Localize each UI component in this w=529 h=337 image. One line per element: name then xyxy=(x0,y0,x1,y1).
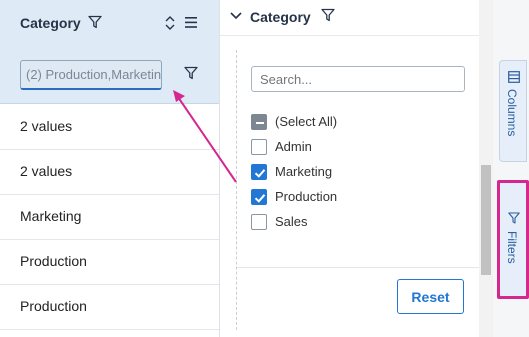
table-cell: Production xyxy=(20,298,87,314)
table-cell: Marketing xyxy=(20,208,82,224)
checkbox-checked[interactable] xyxy=(251,164,267,180)
divider xyxy=(237,267,481,268)
filter-option-label: Admin xyxy=(275,139,312,154)
floating-filter-button-icon[interactable] xyxy=(184,66,198,80)
floating-filter-input[interactable]: (2) Production,Marketing xyxy=(20,60,162,90)
table-cell: Production xyxy=(20,253,87,269)
table-row[interactable]: Production xyxy=(0,285,219,330)
filter-option-label: Sales xyxy=(275,214,308,229)
checkbox[interactable] xyxy=(251,214,267,230)
filter-group-header[interactable]: Category xyxy=(220,0,493,36)
filter-group-title: Category xyxy=(250,9,311,25)
checkbox[interactable] xyxy=(251,139,267,155)
filter-option-label: (Select All) xyxy=(275,114,338,129)
side-bar: Columns Filters xyxy=(493,0,529,337)
table-row[interactable]: 2 values xyxy=(0,105,219,150)
indeterminate-checkbox[interactable] xyxy=(251,114,267,130)
reset-button[interactable]: Reset xyxy=(397,279,464,314)
columns-tab-label: Columns xyxy=(505,89,519,137)
data-grid: Category (2) Production,Marketing 2 valu… xyxy=(0,0,220,337)
columns-tab[interactable]: Columns xyxy=(499,60,527,162)
funnel-icon xyxy=(508,212,520,224)
filter-search-input[interactable] xyxy=(251,66,465,92)
columns-icon xyxy=(508,71,520,83)
filter-option-label: Production xyxy=(275,189,338,204)
table-row[interactable]: 2 values xyxy=(0,150,219,195)
column-header-title[interactable]: Category xyxy=(20,15,81,31)
sort-icon[interactable] xyxy=(163,15,177,31)
column-header: Category (2) Production,Marketing xyxy=(0,0,219,104)
column-filter-icon[interactable] xyxy=(88,15,102,29)
checkbox-checked[interactable] xyxy=(251,189,267,205)
table-cell: 2 values xyxy=(20,118,73,134)
chevron-down-icon[interactable] xyxy=(230,12,242,20)
column-menu-icon[interactable] xyxy=(185,17,197,28)
filters-tool-panel: Category (Select All) Admin Marketing xyxy=(220,0,493,337)
scrollbar-thumb[interactable] xyxy=(481,165,491,275)
table-row[interactable]: Marketing xyxy=(0,195,219,240)
table-cell: 2 values xyxy=(20,163,73,179)
table-row[interactable]: Production xyxy=(0,240,219,285)
filters-tab[interactable]: Filters xyxy=(499,180,527,298)
filter-active-icon xyxy=(321,8,335,22)
filters-tab-label: Filters xyxy=(505,231,519,264)
filter-option-label: Marketing xyxy=(275,164,333,179)
set-filter-body: (Select All) Admin Marketing Production … xyxy=(236,50,481,330)
